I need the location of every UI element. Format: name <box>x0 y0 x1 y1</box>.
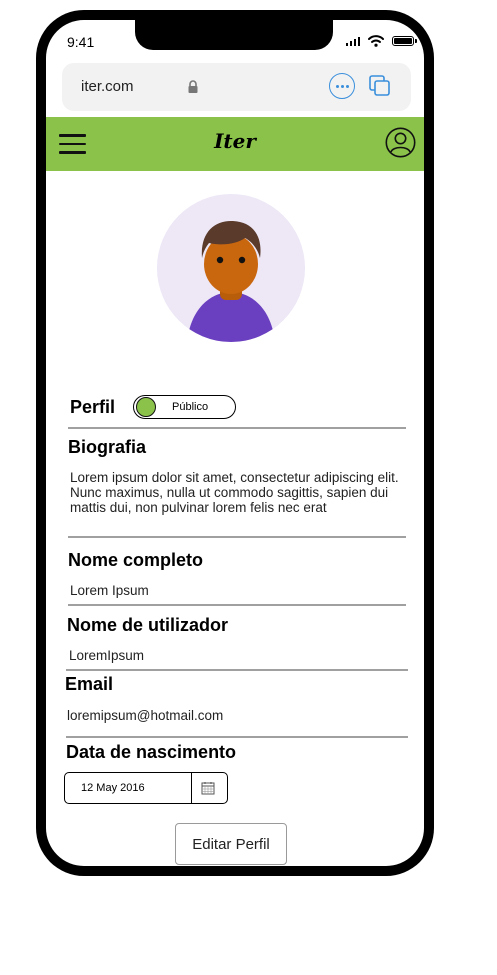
visibility-toggle[interactable]: Público <box>133 395 236 419</box>
browser-address-bar[interactable]: iter.com <box>62 63 411 111</box>
signal-icon <box>345 36 360 46</box>
toggle-label: Público <box>172 401 209 413</box>
tabs-icon[interactable] <box>368 74 392 98</box>
calendar-icon[interactable] <box>201 781 215 795</box>
date-field-separator <box>191 773 193 803</box>
username-value: LoremIpsum <box>69 648 145 663</box>
lock-icon <box>188 80 198 93</box>
toggle-knob[interactable] <box>136 397 156 417</box>
fullname-title: Nome completo <box>68 550 204 570</box>
username-title: Nome de utilizador <box>67 615 229 635</box>
brand-logo: Iter <box>214 129 256 153</box>
divider <box>66 736 408 738</box>
phone-screen: 9:41 iter.com Iter Perfil Público Biogra… <box>46 20 424 866</box>
divider <box>68 427 406 429</box>
divider <box>68 604 406 606</box>
edit-profile-button[interactable]: Editar Perfil <box>175 823 287 865</box>
fullname-value: Lorem Ipsum <box>70 583 149 598</box>
birthdate-value[interactable]: 12 May 2016 <box>81 782 145 794</box>
user-icon[interactable] <box>385 127 416 158</box>
birthdate-title: Data de nascimento <box>66 742 237 762</box>
battery-icon <box>392 36 417 46</box>
wifi-icon <box>368 35 384 47</box>
perfil-label: Perfil <box>70 396 116 417</box>
avatar <box>157 194 305 342</box>
phone-frame: 9:41 iter.com Iter Perfil Público Biogra… <box>36 10 434 876</box>
app-header: Iter <box>46 117 424 171</box>
status-time: 9:41 <box>67 34 95 50</box>
divider <box>66 669 408 671</box>
notch <box>135 20 333 50</box>
bio-title: Biografia <box>68 437 147 457</box>
avatar-illustration <box>187 220 275 342</box>
birthdate-picker[interactable]: 12 May 2016 <box>64 772 228 804</box>
profile-visibility-row: Perfil Público <box>70 394 236 420</box>
status-icons <box>345 35 417 47</box>
divider <box>68 536 406 538</box>
url-text[interactable]: iter.com <box>81 78 134 95</box>
bio-value: Lorem ipsum dolor sit amet, consectetur … <box>70 470 399 515</box>
email-title: Email <box>65 674 114 694</box>
email-value: loremipsum@hotmail.com <box>67 708 224 723</box>
more-icon[interactable] <box>329 73 355 99</box>
